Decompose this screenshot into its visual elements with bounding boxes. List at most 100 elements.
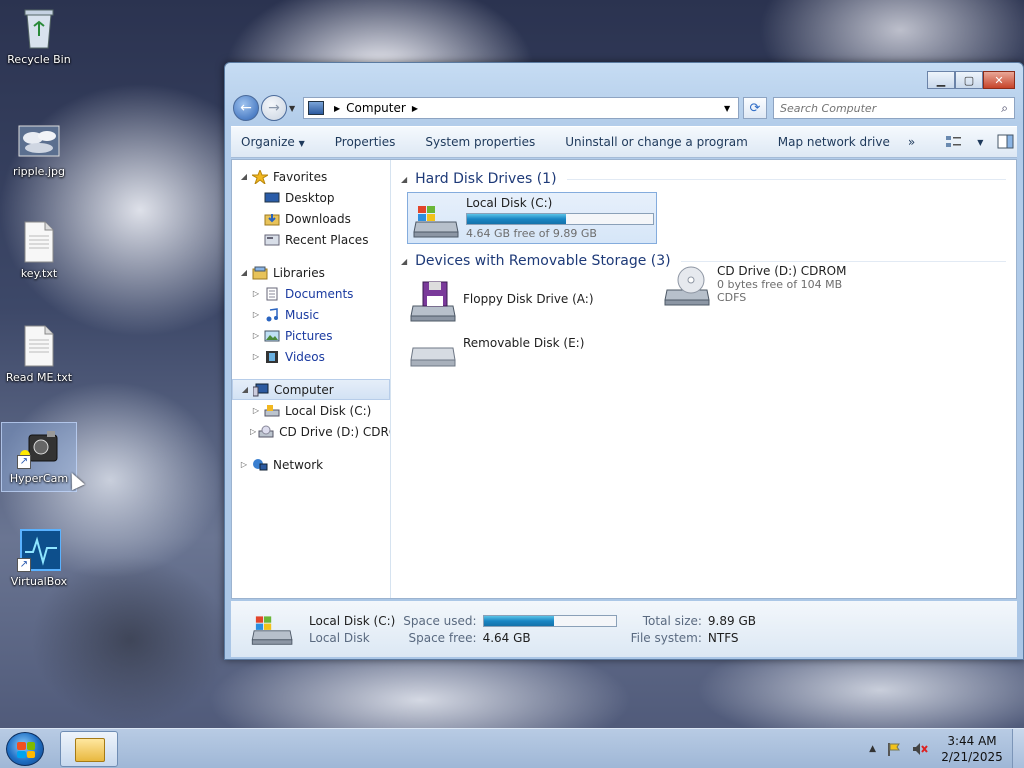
desktop-icon-label: HyperCam: [9, 472, 69, 485]
music-icon: [264, 307, 280, 322]
show-desktop-button[interactable]: [1012, 729, 1024, 768]
explorer-body: ◢ Favorites Desktop Downloads Recent Pla…: [231, 159, 1017, 599]
drive-name: CD Drive (D:) CDROM: [717, 264, 847, 278]
properties-button[interactable]: Properties: [335, 135, 396, 149]
maximize-button[interactable]: ▢: [955, 71, 983, 89]
address-dropdown-icon[interactable]: ▼: [724, 104, 738, 113]
taskbar-explorer-button[interactable]: [60, 731, 118, 767]
hypercam-icon: ↗: [17, 425, 61, 469]
drive-name: Removable Disk (E:): [463, 336, 585, 350]
desktop-icon-virtualbox[interactable]: ↗ VirtualBox: [1, 528, 77, 588]
nav-computer[interactable]: ◢ Computer: [232, 379, 390, 400]
close-button[interactable]: ✕: [983, 71, 1015, 89]
action-center-flag-icon[interactable]: [886, 741, 902, 757]
shortcut-arrow-icon: ↗: [17, 455, 31, 469]
search-box[interactable]: ⌕: [773, 97, 1015, 119]
text-file-icon: [17, 324, 61, 368]
preview-pane-icon[interactable]: [997, 134, 1015, 150]
nav-item-documents[interactable]: ▷ Documents: [232, 283, 390, 304]
view-dropdown-icon[interactable]: ▼: [977, 138, 983, 147]
nav-libraries[interactable]: ◢ Libraries: [232, 262, 390, 283]
volume-muted-icon[interactable]: [912, 741, 928, 757]
collapse-arrow-icon[interactable]: ◢: [238, 172, 250, 181]
search-icon[interactable]: ⌕: [1001, 101, 1008, 116]
nav-item-local-disk-c[interactable]: ▷ Local Disk (C:): [232, 400, 390, 421]
explorer-window: ▁ ▢ ✕ ← → ▼ ▶ Computer ▶ ▼ ⟳ ⌕ Organize …: [224, 62, 1024, 660]
chevron-right-icon[interactable]: ▶: [412, 104, 418, 113]
expand-arrow-icon[interactable]: ▷: [250, 427, 256, 436]
desktop-icon-label: Recycle Bin: [7, 53, 71, 66]
nav-item-pictures[interactable]: ▷ Pictures: [232, 325, 390, 346]
collapse-arrow-icon[interactable]: ◢: [239, 385, 251, 394]
hard-drive-icon: [264, 404, 280, 418]
clock-time: 3:44 AM: [947, 734, 997, 748]
taskbar: ▲ 3:44 AM 2/21/2025: [0, 728, 1024, 768]
nav-item-recent-places[interactable]: Recent Places: [232, 229, 390, 250]
computer-icon: [252, 383, 269, 397]
drive-cd-d[interactable]: CD Drive (D:) CDROM 0 bytes free of 104 …: [663, 264, 846, 308]
expand-arrow-icon[interactable]: ▷: [250, 310, 262, 319]
chevron-right-icon[interactable]: ▶: [334, 104, 340, 113]
image-file-icon: [17, 118, 61, 162]
collapse-arrow-icon[interactable]: ◢: [401, 175, 407, 184]
desktop-icon-key-txt[interactable]: key.txt: [1, 220, 77, 280]
section-title: Hard Disk Drives (1): [415, 171, 557, 187]
details-drive-type: Local Disk: [309, 630, 370, 645]
desktop-icon-label: VirtualBox: [10, 575, 68, 588]
drive-floppy-a[interactable]: Floppy Disk Drive (A:): [409, 280, 594, 324]
nav-item-desktop[interactable]: Desktop: [232, 187, 390, 208]
back-button[interactable]: ←: [233, 95, 259, 121]
breadcrumb-computer[interactable]: Computer: [346, 101, 406, 115]
expand-arrow-icon[interactable]: ▷: [250, 331, 262, 340]
uninstall-program-button[interactable]: Uninstall or change a program: [565, 135, 748, 149]
address-bar[interactable]: ▶ Computer ▶ ▼: [303, 97, 739, 119]
recent-pages-dropdown[interactable]: ▼: [289, 104, 299, 113]
nav-item-videos[interactable]: ▷ Videos: [232, 346, 390, 367]
drive-removable-e[interactable]: Removable Disk (E:): [409, 334, 584, 378]
network-icon: [252, 458, 268, 472]
show-hidden-icons-button[interactable]: ▲: [869, 744, 876, 754]
videos-icon: [264, 350, 280, 364]
desktop-icon-ripple-jpg[interactable]: ripple.jpg: [1, 118, 77, 178]
forward-button[interactable]: →: [261, 95, 287, 121]
start-button[interactable]: [6, 732, 44, 766]
pictures-icon: [264, 329, 280, 343]
more-commands-button[interactable]: »: [908, 135, 915, 149]
expand-arrow-icon[interactable]: ▷: [250, 289, 262, 298]
downloads-folder-icon: [264, 212, 280, 226]
nav-favorites[interactable]: ◢ Favorites: [232, 166, 390, 187]
file-system-label: File system:: [630, 630, 702, 645]
title-bar[interactable]: ▁ ▢ ✕: [225, 63, 1023, 93]
clock[interactable]: 3:44 AM 2/21/2025: [938, 733, 1006, 765]
collapse-arrow-icon[interactable]: ◢: [238, 268, 250, 277]
hard-drive-icon: [412, 196, 462, 240]
search-input[interactable]: [780, 101, 1002, 115]
nav-item-music[interactable]: ▷ Music: [232, 304, 390, 325]
nav-item-cd-drive-d[interactable]: ▷ CD Drive (D:) CDROM: [232, 421, 390, 442]
expand-arrow-icon[interactable]: ▷: [238, 460, 250, 469]
expand-arrow-icon[interactable]: ▷: [250, 406, 262, 415]
system-properties-button[interactable]: System properties: [425, 135, 535, 149]
nav-network[interactable]: ▷ Network: [232, 454, 390, 475]
minimize-button[interactable]: ▁: [927, 71, 955, 89]
details-pane: Local Disk (C:) Local Disk Space used: S…: [231, 601, 1017, 657]
text-file-icon: [17, 220, 61, 264]
desktop-icon-recycle-bin[interactable]: Recycle Bin: [1, 6, 77, 66]
collapse-arrow-icon[interactable]: ◢: [401, 257, 407, 266]
command-bar: Organize ▼ Properties System properties …: [231, 126, 1017, 158]
expand-arrow-icon[interactable]: ▷: [250, 352, 262, 361]
organize-button[interactable]: Organize ▼: [241, 135, 305, 149]
change-view-icon[interactable]: [945, 134, 963, 150]
section-hard-disk-drives[interactable]: ◢ Hard Disk Drives (1): [401, 166, 1006, 192]
nav-item-downloads[interactable]: Downloads: [232, 208, 390, 229]
file-system-value: NTFS: [707, 630, 739, 645]
drive-local-disk-c[interactable]: Local Disk (C:) 4.64 GB free of 9.89 GB: [407, 192, 657, 244]
map-network-drive-button[interactable]: Map network drive: [778, 135, 890, 149]
desktop-icon-read-me-txt[interactable]: Read ME.txt: [1, 324, 77, 384]
navigation-pane: ◢ Favorites Desktop Downloads Recent Pla…: [232, 160, 391, 598]
libraries-icon: [252, 266, 268, 280]
address-row: ← → ▼ ▶ Computer ▶ ▼ ⟳ ⌕: [233, 95, 1015, 121]
desktop-icon-hypercam[interactable]: ↗ HyperCam: [1, 422, 77, 492]
space-used-bar: [482, 614, 617, 627]
refresh-button[interactable]: ⟳: [743, 97, 767, 119]
